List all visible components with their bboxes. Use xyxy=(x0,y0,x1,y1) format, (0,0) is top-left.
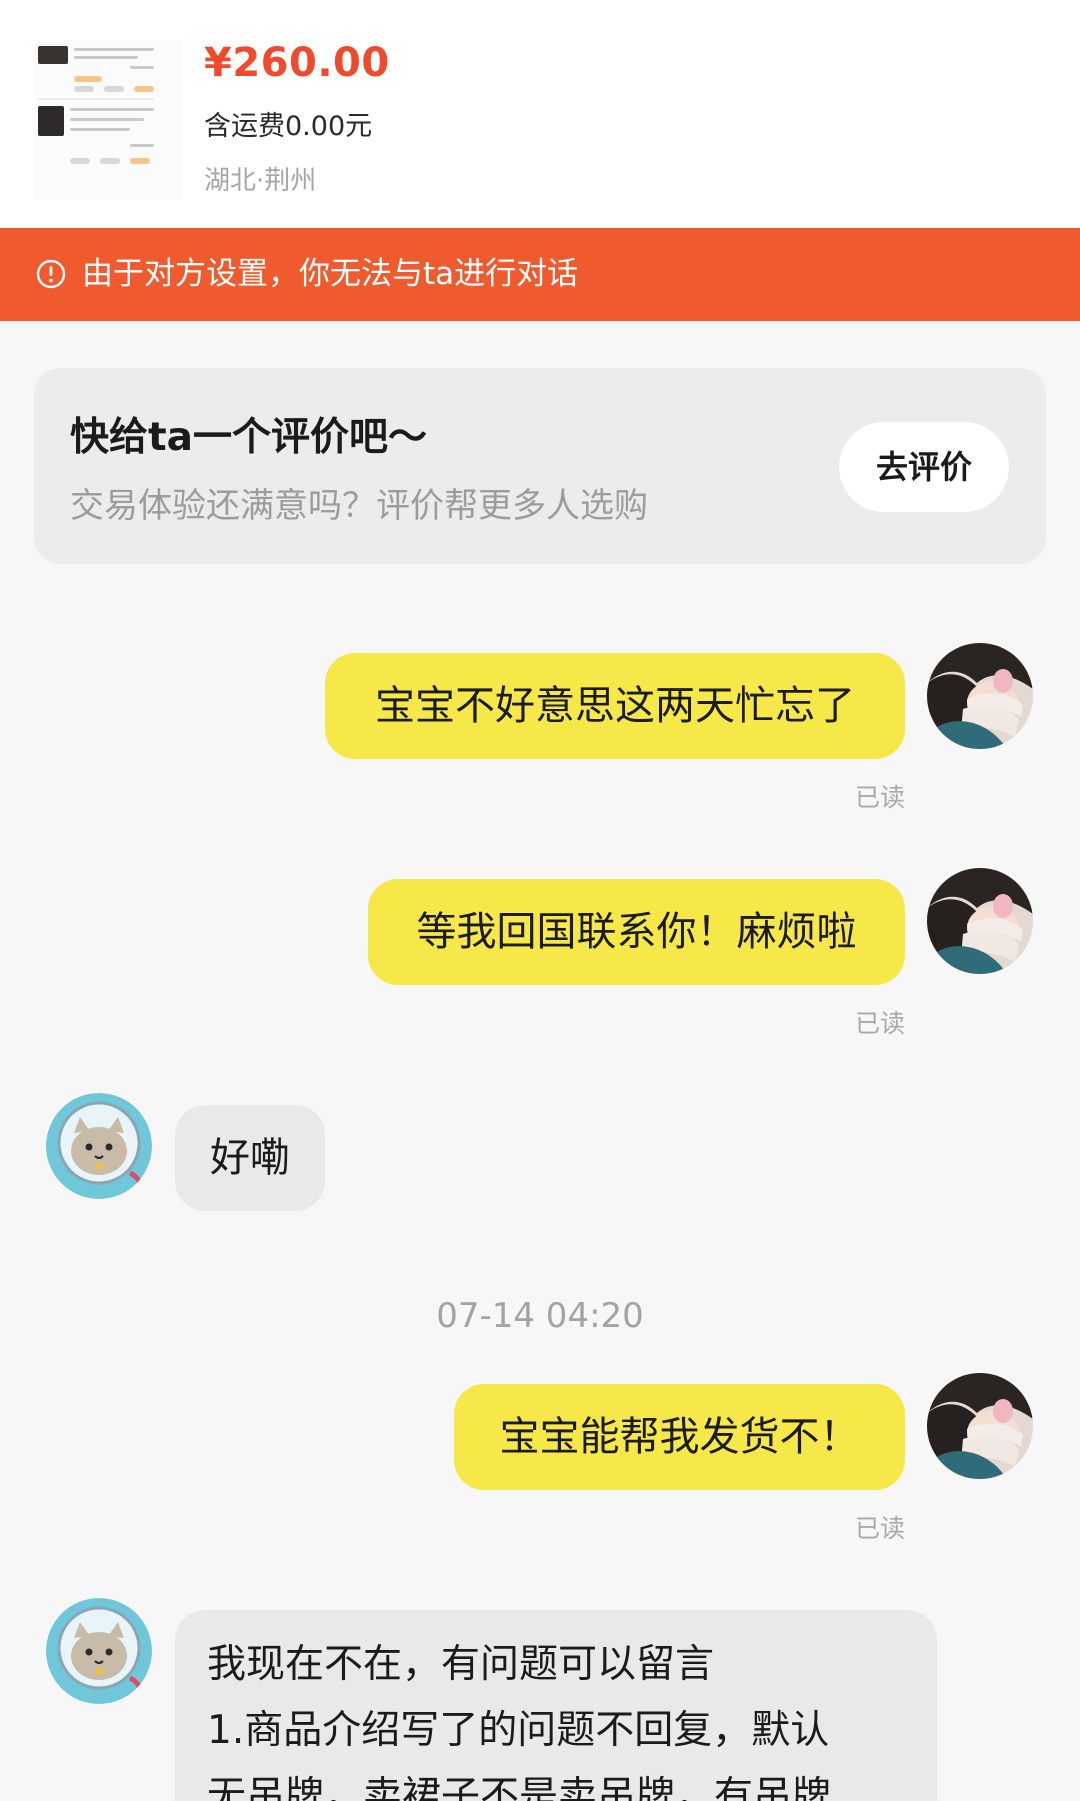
rating-subtitle: 交易体验还满意吗？评价帮更多人选购 xyxy=(70,486,648,526)
seller-avatar[interactable] xyxy=(46,1598,152,1704)
read-receipt: 已读 xyxy=(854,1009,905,1038)
cat-astronaut-avatar-icon xyxy=(46,1093,152,1199)
message-text: 好嘞 xyxy=(210,1135,290,1181)
message-text: 宝宝能帮我发货不！ xyxy=(499,1414,860,1460)
seller-location: 湖北·荆州 xyxy=(204,166,317,196)
user-avatar-icon xyxy=(927,1373,1033,1479)
my-avatar[interactable] xyxy=(927,868,1033,974)
my-message-bubble[interactable]: 宝宝不好意思这两天忙忘了 xyxy=(325,653,905,759)
my-message-bubble[interactable]: 宝宝能帮我发货不！ xyxy=(454,1384,905,1490)
message-line: 我现在不在，有问题可以留言 xyxy=(207,1642,715,1687)
product-price: ¥260.00 xyxy=(204,40,390,86)
shipping-fee: 含运费0.00元 xyxy=(204,111,373,142)
message-line: 无吊牌，卖裙子不是卖吊牌，有吊牌 xyxy=(207,1774,832,1801)
blocked-notice-banner: 由于对方设置，你无法与ta进行对话 xyxy=(0,228,1080,321)
message-text: 宝宝不好意思这两天忙忘了 xyxy=(375,683,855,729)
message-timestamp: 07-14 04:20 xyxy=(436,1296,644,1336)
rating-prompt-card: 快给ta一个评价吧～ 交易体验还满意吗？评价帮更多人选购 去评价 xyxy=(34,368,1046,564)
seller-message-bubble[interactable]: 好嘞 xyxy=(175,1105,325,1211)
my-avatar[interactable] xyxy=(927,1373,1033,1479)
chat-screen: ¥260.00 含运费0.00元 湖北·荆州 由于对方设置，你无法与ta进行对话… xyxy=(0,0,1080,1801)
banner-text: 由于对方设置，你无法与ta进行对话 xyxy=(82,256,579,292)
product-header[interactable]: ¥260.00 含运费0.00元 湖北·荆州 xyxy=(0,0,1080,228)
cat-astronaut-avatar-icon xyxy=(46,1598,152,1704)
user-avatar-icon xyxy=(927,868,1033,974)
seller-message-bubble[interactable]: 我现在不在，有问题可以留言 1.商品介绍写了的问题不回复，默认 无吊牌，卖裙子不… xyxy=(175,1610,937,1801)
read-receipt: 已读 xyxy=(854,783,905,812)
message-line: 1.商品介绍写了的问题不回复，默认 xyxy=(207,1708,830,1753)
user-avatar-icon xyxy=(927,643,1033,749)
rate-button[interactable]: 去评价 xyxy=(839,422,1009,512)
product-thumbnail[interactable] xyxy=(34,40,182,200)
my-message-bubble[interactable]: 等我回国联系你！麻烦啦 xyxy=(368,879,905,985)
message-text: 等我回国联系你！麻烦啦 xyxy=(416,909,857,955)
rating-title: 快给ta一个评价吧～ xyxy=(70,415,427,460)
read-receipt: 已读 xyxy=(854,1514,905,1543)
exclamation-circle-icon xyxy=(36,259,66,289)
my-avatar[interactable] xyxy=(927,643,1033,749)
seller-avatar[interactable] xyxy=(46,1093,152,1199)
